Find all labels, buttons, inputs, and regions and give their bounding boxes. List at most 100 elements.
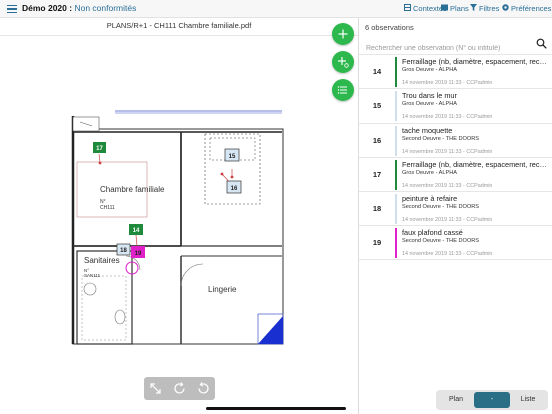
preferences-button[interactable]: Préférences xyxy=(502,4,551,13)
room-name-chambre: Chambre familiale xyxy=(100,185,165,194)
list-item[interactable]: 16 tache moquette Second Oeuvre - THE DO… xyxy=(359,122,552,157)
rotate-right-icon[interactable] xyxy=(172,381,187,396)
status-color-bar xyxy=(395,57,397,87)
context-icon xyxy=(404,4,411,13)
marker-anchor-line xyxy=(98,153,101,163)
list-view-button[interactable] xyxy=(332,79,354,101)
preferences-label: Préférences xyxy=(511,4,552,13)
observation-title: Ferraillage (nb, diamètre, espacement, r… xyxy=(402,57,550,66)
marker-anchor-line xyxy=(135,234,138,247)
plans-button[interactable]: Plans xyxy=(441,4,469,13)
plan-file-name: PLANS/R+1 - CH111 Chambre familiale.pdf xyxy=(106,21,252,30)
observation-title: tache moquette xyxy=(402,125,453,135)
add-multiple-button[interactable] xyxy=(332,51,354,73)
room-name-sanitaires: Sanitaires xyxy=(84,256,120,265)
observations-panel: 6 observations 14 Ferraillage (nb, diamè… xyxy=(358,18,552,414)
floor-plan[interactable]: Chambre familiale N° CH111 Sanitaires N°… xyxy=(60,96,285,346)
observation-date: 14 novembre 2019 11:33 - CCPadmin xyxy=(402,182,493,189)
toilet-fixture xyxy=(114,309,126,325)
preferences-icon xyxy=(502,4,509,13)
observation-title: peinture à refaire xyxy=(402,194,458,204)
project-name: Démo 2020 : xyxy=(22,3,73,13)
observation-number: 14 xyxy=(372,67,382,76)
observation-title: Ferraillage (nb, diamètre, espacement, r… xyxy=(402,159,550,169)
room-code-chambre: CH111 xyxy=(100,205,115,211)
search-bar xyxy=(363,37,549,56)
marker-anchor xyxy=(230,175,234,179)
segment-plan[interactable]: Plan xyxy=(438,392,474,408)
observation-date: 14 novembre 2019 11:33 - CCPadmin xyxy=(402,80,493,86)
shower-area xyxy=(81,275,127,341)
plan-marker-17-label: 17 xyxy=(96,146,103,152)
list-item[interactable]: 17 Ferraillage (nb, diamètre, espacement… xyxy=(359,156,552,191)
observations-list: 14 Ferraillage (nb, diamètre, espacement… xyxy=(359,54,552,260)
plan-marker-19-label: 19 xyxy=(135,251,142,257)
plan-tools-bar xyxy=(144,377,215,400)
rotate-left-icon[interactable] xyxy=(196,381,211,396)
plus-icon xyxy=(338,29,348,39)
list-icon xyxy=(337,86,347,94)
observation-category: Gros Oeuvre - ALPHA xyxy=(402,169,458,176)
sink-fixture xyxy=(83,282,97,296)
plan-marker-14-label: 14 xyxy=(133,228,140,234)
plan-marker-16[interactable]: 16 xyxy=(226,180,242,194)
observation-category: Second Oeuvre - THE DOORS xyxy=(402,238,479,245)
hamburger-menu-icon[interactable] xyxy=(7,5,17,14)
plan-marker-15-label: 15 xyxy=(229,154,236,160)
observation-category: Gros Oeuvre - ALPHA xyxy=(402,67,458,73)
view-mode-segmented-control: Plan - Liste xyxy=(436,390,548,410)
list-item[interactable]: 14 Ferraillage (nb, diamètre, espacement… xyxy=(359,54,552,88)
add-observation-button[interactable] xyxy=(332,23,354,45)
segment-split[interactable]: - xyxy=(474,392,510,408)
plan-marker-16-label: 16 xyxy=(231,186,238,192)
project-subtitle[interactable]: Non conformités xyxy=(74,3,136,13)
page-title: Démo 2020 : Non conformités xyxy=(22,3,136,13)
plan-marker-19[interactable]: 19 xyxy=(131,246,145,258)
plan-panel: PLANS/R+1 - CH111 Chambre familiale.pdf … xyxy=(0,18,358,414)
filters-button[interactable]: Filtres xyxy=(470,4,499,13)
observation-number: 17 xyxy=(372,169,382,179)
observation-category: Second Oeuvre - THE DOORS xyxy=(402,204,479,211)
search-icon[interactable] xyxy=(536,38,547,49)
plan-marker-15[interactable]: 15 xyxy=(224,148,240,162)
top-bar: Démo 2020 : Non conformités Contextes Pl… xyxy=(0,0,552,18)
wardrobe-outline xyxy=(204,133,261,205)
filters-label: Filtres xyxy=(479,4,500,13)
observation-number: 16 xyxy=(372,135,382,145)
observation-number: 19 xyxy=(372,238,382,248)
observation-number: 18 xyxy=(372,204,382,214)
plan-marker-14[interactable]: 14 xyxy=(129,224,143,235)
observation-title: Trou dans le mur xyxy=(402,91,457,101)
plus-count-icon xyxy=(338,57,349,68)
observations-count: 6 observations xyxy=(365,23,414,32)
list-item[interactable]: 18 peinture à refaire Second Oeuvre - TH… xyxy=(359,191,552,225)
status-color-bar xyxy=(395,228,397,259)
observation-date: 14 novembre 2019 11:33 - CCPadmin xyxy=(402,251,493,258)
plan-marker-18-label: 18 xyxy=(120,248,127,254)
status-color-bar xyxy=(395,91,397,122)
segment-list[interactable]: Liste xyxy=(510,392,546,408)
status-color-bar xyxy=(395,125,397,156)
list-item[interactable]: 15 Trou dans le mur Gros Oeuvre - ALPHA … xyxy=(359,88,552,122)
list-item[interactable]: 19 faux plafond cassé Second Oeuvre - TH… xyxy=(359,225,552,260)
observation-number: 15 xyxy=(372,101,382,111)
plan-header-divider xyxy=(0,35,358,36)
observation-date: 14 novembre 2019 11:33 - CCPadmin xyxy=(402,217,493,224)
resize-icon[interactable] xyxy=(148,381,163,396)
plans-icon xyxy=(441,4,448,13)
plans-label: Plans xyxy=(450,4,469,13)
observation-date: 14 novembre 2019 11:33 - CCPadmin xyxy=(402,114,493,121)
plan-outline xyxy=(72,128,284,345)
plan-door-swing xyxy=(180,263,204,287)
observation-category: Second Oeuvre - THE DOORS xyxy=(402,135,479,142)
status-color-bar xyxy=(395,194,397,225)
marker-anchor xyxy=(220,172,224,176)
room-code-sanitaires: SAN111 xyxy=(84,273,101,278)
room-name-lingerie: Lingerie xyxy=(208,285,237,294)
marker-anchor xyxy=(98,161,102,165)
plan-marker-17[interactable]: 17 xyxy=(93,142,106,153)
status-color-bar xyxy=(395,159,397,190)
home-indicator xyxy=(206,407,346,410)
filter-icon xyxy=(470,4,477,13)
plan-marker-18[interactable]: 18 xyxy=(116,243,131,256)
